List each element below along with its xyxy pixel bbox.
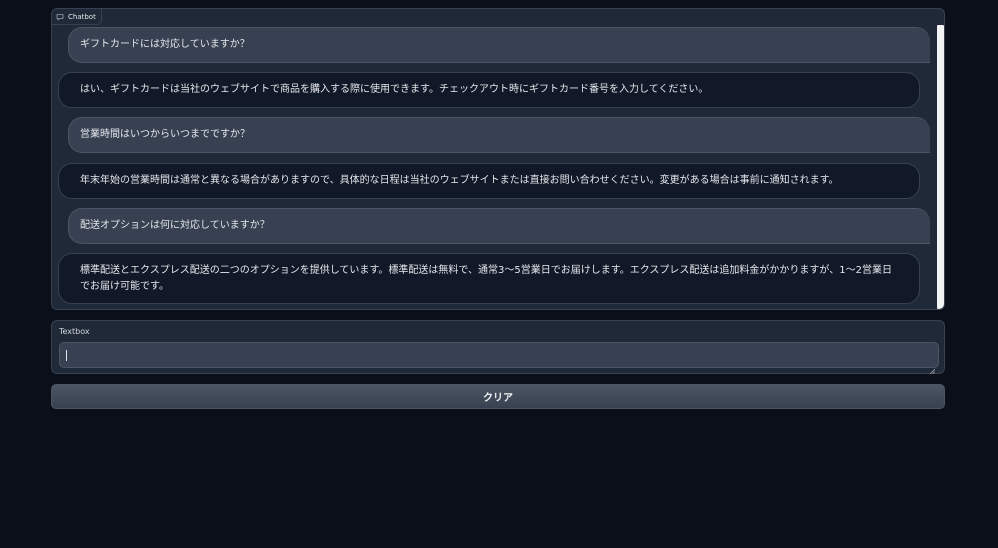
- message-text: ギフトカードには対応していますか？: [80, 39, 250, 50]
- user-message: 営業時間はいつからいつまでですか？: [68, 117, 930, 153]
- message-text: はい、ギフトカードは当社のウェブサイトで商品を購入する際に使用できます。チェック…: [80, 84, 709, 95]
- chatbot-label-text: Chatbot: [68, 12, 96, 21]
- scrollbar-thumb[interactable]: [937, 25, 944, 309]
- text-caret: [66, 350, 67, 361]
- chatbot-panel: Chatbot ギフトカードには対応していますか？ はい、ギフトカードは当社のウ…: [51, 8, 945, 310]
- chatbot-label: Chatbot: [52, 9, 102, 25]
- clear-button[interactable]: クリア: [51, 384, 945, 409]
- bot-message: はい、ギフトカードは当社のウェブサイトで商品を購入する際に使用できます。チェック…: [58, 72, 920, 108]
- chat-bubble-icon: [56, 13, 64, 21]
- user-message: 配送オプションは何に対応していますか？: [68, 208, 930, 244]
- user-message: ギフトカードには対応していますか？: [68, 27, 930, 63]
- message-list: ギフトカードには対応していますか？ はい、ギフトカードは当社のウェブサイトで商品…: [52, 9, 936, 309]
- message-text: 標準配送とエクスプレス配送の二つのオプションを提供しています。標準配送は無料で、…: [80, 264, 892, 292]
- bot-message: 標準配送とエクスプレス配送の二つのオプションを提供しています。標準配送は無料で、…: [58, 253, 920, 304]
- message-text: 年末年始の営業時間は通常と異なる場合がありますので、具体的な日程は当社のウェブサ…: [80, 175, 839, 186]
- textbox-label: Textbox: [59, 327, 90, 336]
- message-input[interactable]: [59, 342, 939, 368]
- chat-scrollbar[interactable]: [936, 25, 944, 309]
- textbox-panel: Textbox: [51, 320, 945, 375]
- resize-handle-icon[interactable]: [929, 359, 936, 375]
- message-text: 配送オプションは何に対応していますか？: [80, 220, 270, 231]
- bot-message: 年末年始の営業時間は通常と異なる場合がありますので、具体的な日程は当社のウェブサ…: [58, 163, 920, 199]
- message-text: 営業時間はいつからいつまでですか？: [80, 129, 250, 140]
